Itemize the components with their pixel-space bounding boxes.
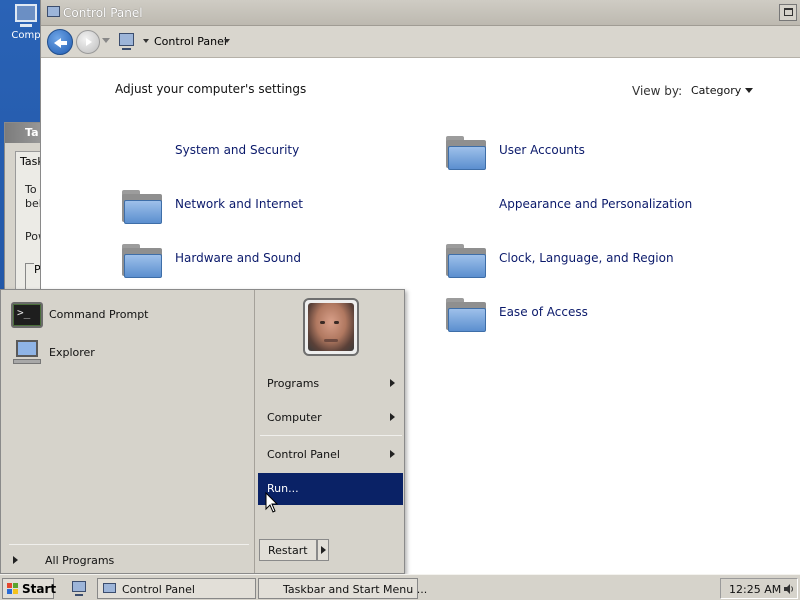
- menu-item-label: Programs: [267, 377, 320, 390]
- command-prompt-icon: [11, 302, 43, 328]
- chevron-down-icon[interactable]: [745, 88, 753, 93]
- address-bar[interactable]: Control Panel: [115, 30, 715, 54]
- category-label[interactable]: Clock, Language, and Region: [499, 251, 674, 265]
- page-title: Adjust your computer's settings: [115, 82, 307, 96]
- chevron-down-icon[interactable]: [143, 39, 149, 43]
- pinned-item-command-prompt[interactable]: Command Prompt: [11, 300, 251, 330]
- computer-icon: [119, 33, 134, 50]
- user-avatar[interactable]: [303, 298, 359, 356]
- start-button[interactable]: Start: [2, 578, 57, 599]
- volume-icon[interactable]: [783, 583, 795, 595]
- user-photo: [308, 303, 354, 351]
- category-label[interactable]: Ease of Access: [499, 305, 588, 319]
- menu-item-control-panel[interactable]: Control Panel: [258, 439, 403, 471]
- start-menu-programs-pane: Command Prompt Explorer All Programs: [1, 290, 255, 573]
- restart-button[interactable]: Restart: [259, 539, 317, 561]
- breadcrumb-control-panel[interactable]: Control Panel: [154, 35, 227, 48]
- pinned-item-explorer[interactable]: Explorer: [11, 338, 251, 368]
- control-panel-icon: [103, 583, 116, 593]
- chevron-right-icon: [390, 450, 395, 458]
- chevron-right-icon: [13, 556, 18, 564]
- start-label: Start: [22, 582, 57, 596]
- folder-icon: [445, 134, 487, 170]
- start-menu-places-pane: Programs Computer Control Panel Run... R…: [256, 290, 404, 573]
- category-label[interactable]: Appearance and Personalization: [499, 197, 692, 211]
- category-label[interactable]: System and Security: [175, 143, 299, 157]
- system-tray: 12:25 AM: [720, 578, 798, 599]
- chevron-right-icon: [390, 413, 395, 421]
- pinned-item-label: Explorer: [49, 346, 95, 359]
- shutdown-options-button[interactable]: [317, 539, 329, 561]
- windows-flag-icon: [7, 583, 19, 595]
- pinned-item-label: Command Prompt: [49, 308, 149, 321]
- view-by-dropdown[interactable]: Category: [691, 84, 741, 97]
- computer-icon: [15, 4, 37, 27]
- category-label[interactable]: Hardware and Sound: [175, 251, 301, 265]
- maximize-icon: [784, 8, 793, 16]
- navigation-bar: Control Panel: [41, 26, 800, 58]
- folder-icon: [121, 242, 163, 278]
- window-title: Control Panel: [63, 6, 143, 20]
- task-label: Control Panel: [122, 583, 195, 596]
- background-dialog-text: To: [25, 183, 37, 196]
- maximize-button[interactable]: [779, 4, 797, 21]
- clock[interactable]: 12:25 AM: [729, 583, 781, 596]
- computer-icon: [11, 340, 43, 366]
- menu-item-label: Computer: [267, 411, 322, 424]
- task-label: Taskbar and Start Menu ...: [283, 583, 428, 596]
- all-programs-button[interactable]: All Programs: [11, 551, 241, 569]
- view-by-label: View by:: [632, 84, 683, 98]
- show-desktop-icon[interactable]: [72, 581, 86, 596]
- forward-button[interactable]: [76, 30, 100, 54]
- taskbar-button-control-panel[interactable]: Control Panel: [97, 578, 256, 599]
- folder-icon: [445, 242, 487, 278]
- chevron-right-icon: [390, 379, 395, 387]
- recent-pages-dropdown[interactable]: [102, 38, 110, 43]
- title-bar[interactable]: Control Panel: [41, 0, 800, 26]
- separator: [9, 544, 249, 545]
- category-label[interactable]: Network and Internet: [175, 197, 303, 211]
- separator: [260, 435, 402, 436]
- taskbar-button-taskbar-start-menu[interactable]: Taskbar and Start Menu ...: [258, 578, 427, 599]
- folder-icon: [121, 188, 163, 224]
- chevron-down-icon[interactable]: [224, 39, 230, 43]
- menu-item-run[interactable]: Run...: [258, 473, 403, 505]
- start-menu: Command Prompt Explorer All Programs Pro…: [0, 289, 405, 574]
- category-label[interactable]: User Accounts: [499, 143, 585, 157]
- restart-label: Restart: [268, 544, 308, 557]
- folder-icon: [445, 296, 487, 332]
- all-programs-label: All Programs: [45, 554, 115, 567]
- back-button[interactable]: [47, 29, 73, 55]
- taskbar: Start Control Panel Taskbar and Start Me…: [0, 574, 800, 600]
- control-panel-icon: [47, 6, 60, 17]
- menu-item-label: Control Panel: [267, 448, 340, 461]
- menu-item-computer[interactable]: Computer: [258, 402, 403, 434]
- menu-item-programs[interactable]: Programs: [258, 368, 403, 400]
